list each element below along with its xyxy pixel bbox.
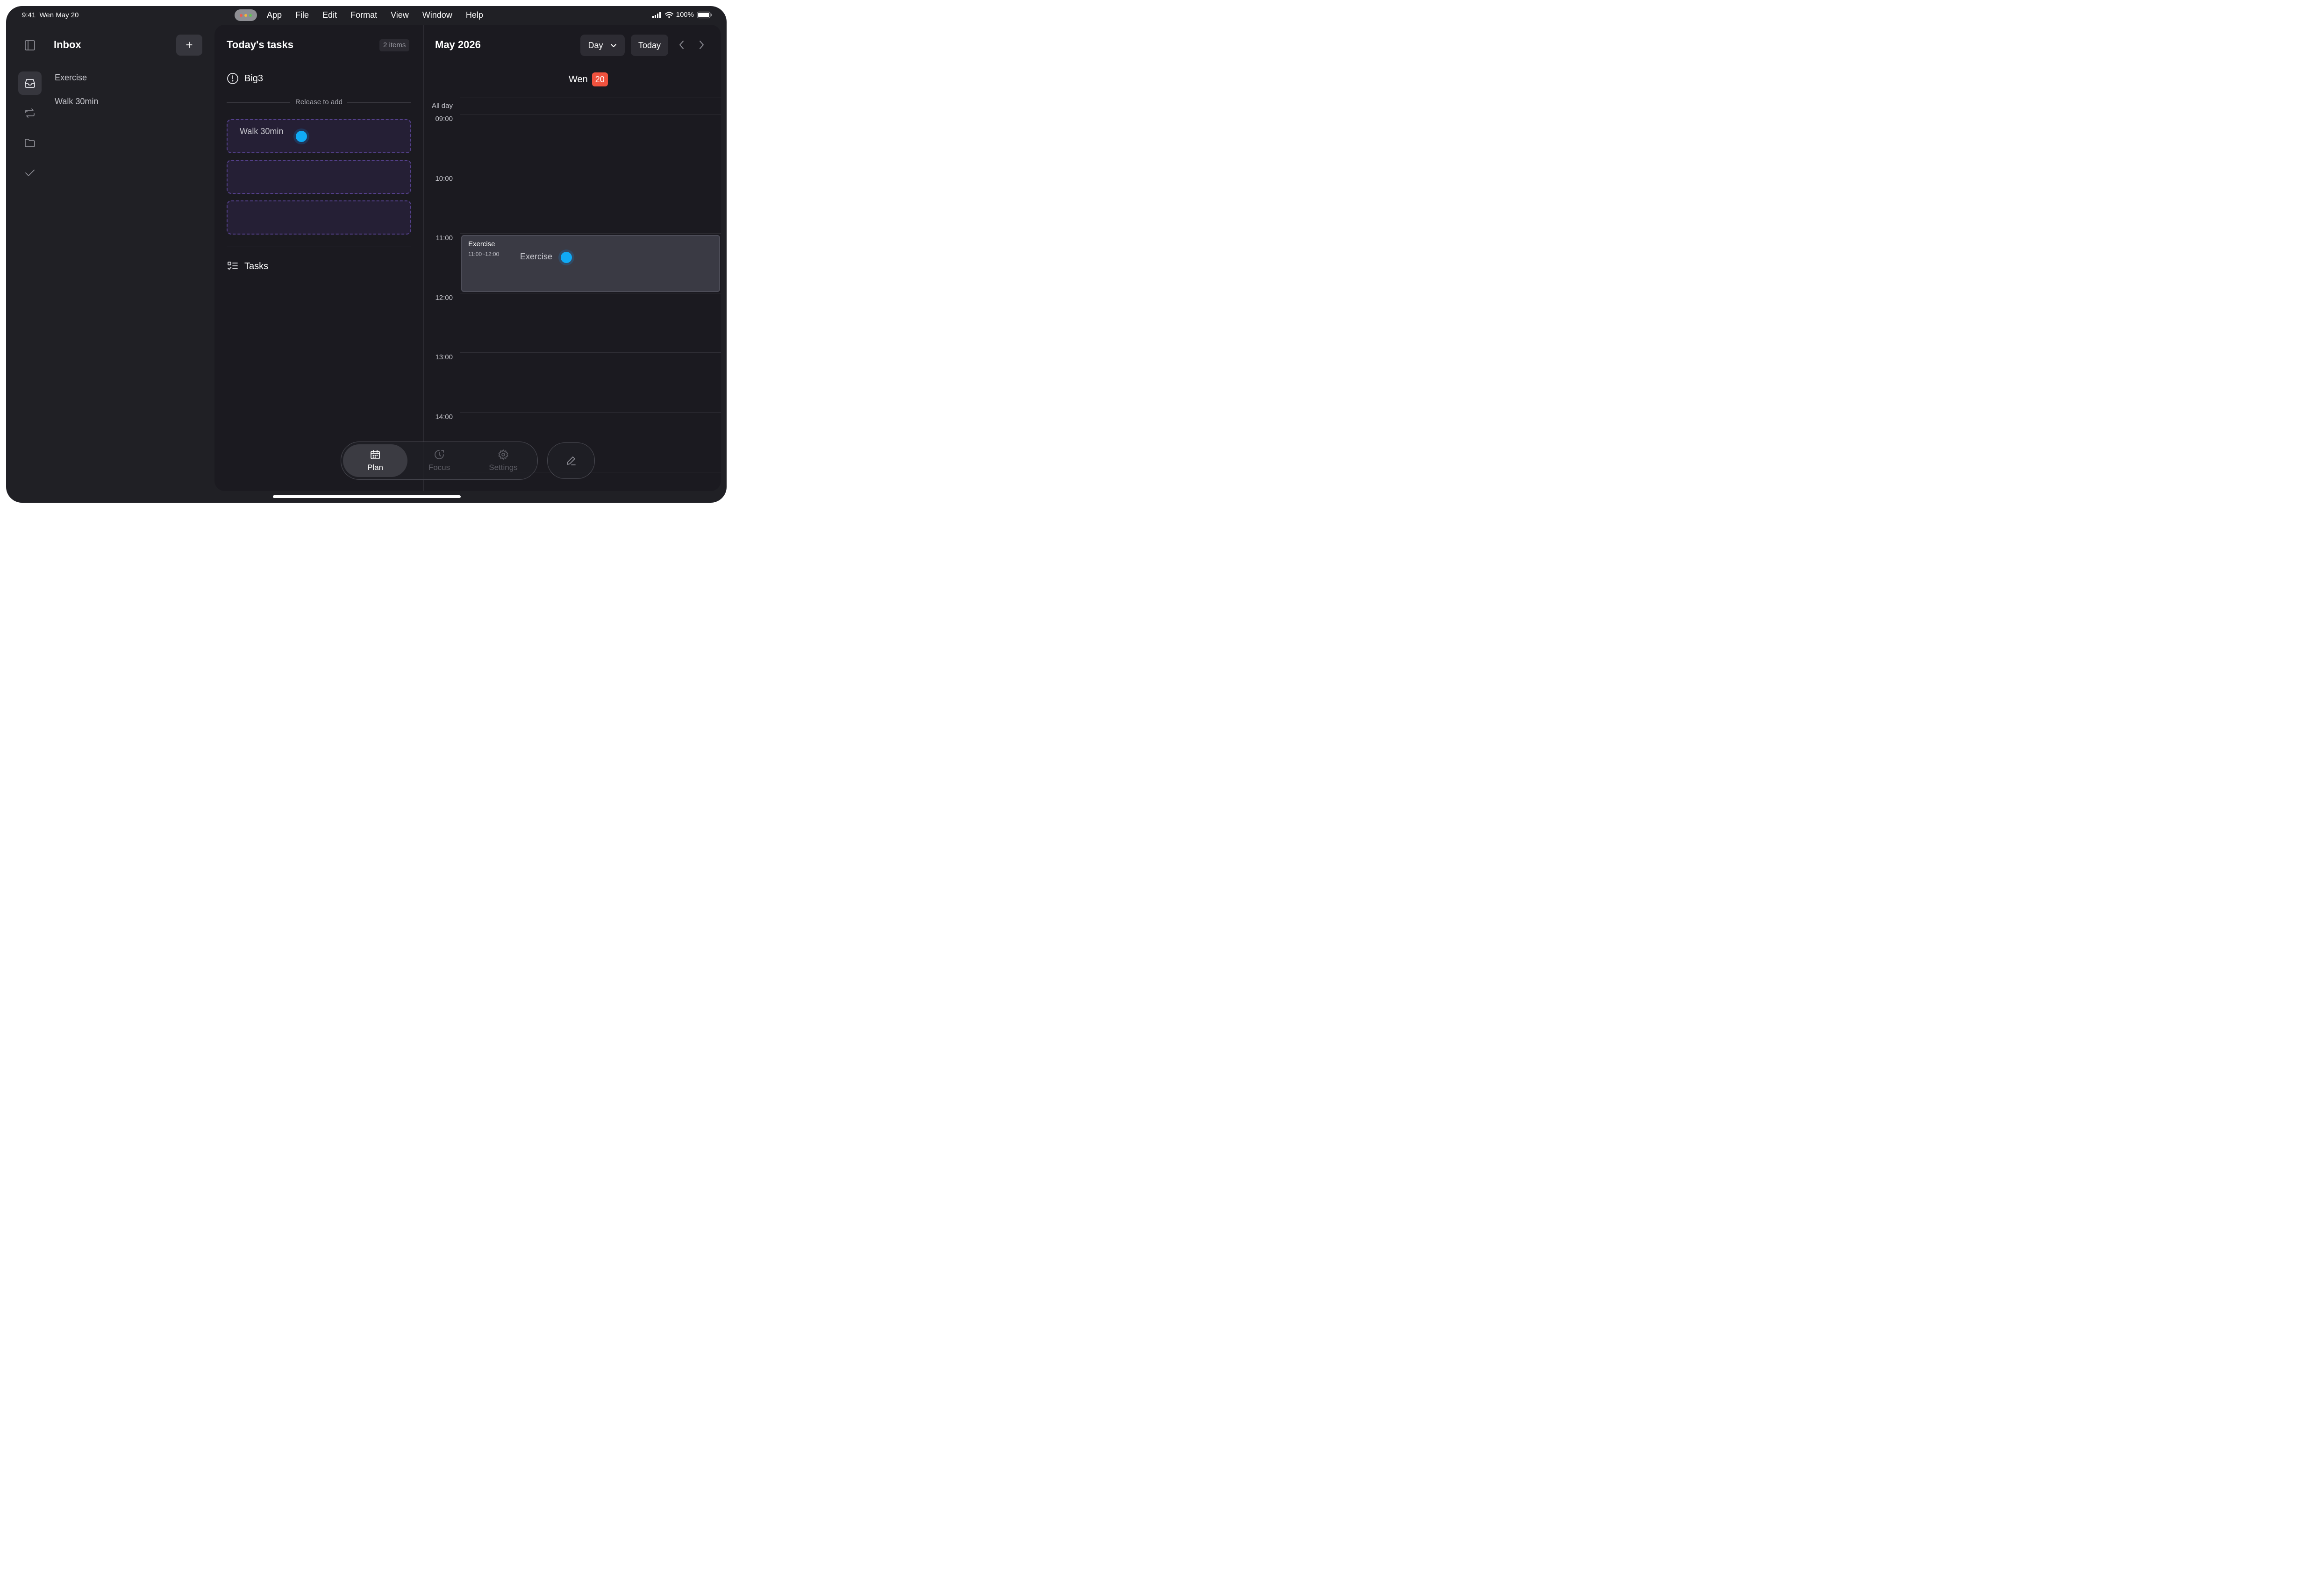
add-task-button[interactable]: + [176, 35, 202, 56]
big3-section-header: Big3 [227, 72, 263, 85]
event-time: 11:00~12:00 [468, 251, 500, 257]
pencil-icon [567, 456, 576, 465]
big3-slot[interactable] [227, 160, 411, 194]
time-label: 12:00 [435, 294, 453, 302]
nav-inbox[interactable] [18, 71, 42, 95]
tasks-section-header: Tasks [227, 260, 268, 272]
menu-app[interactable]: App [267, 10, 282, 20]
time-label: 14:00 [435, 413, 453, 421]
sidebar-toggle-button[interactable] [18, 34, 42, 57]
signal-icon [652, 12, 661, 18]
menu-view[interactable]: View [391, 10, 409, 20]
priority-icon [227, 73, 238, 84]
menu-format[interactable]: Format [350, 10, 377, 20]
tab-settings[interactable]: Settings [471, 442, 535, 479]
tab-focus[interactable]: Focus [407, 442, 471, 479]
menu-help[interactable]: Help [466, 10, 483, 20]
repeat-icon [25, 108, 35, 118]
chevron-right-icon [700, 41, 704, 49]
app-window: 9:41 Wen May 20 App File Edit Format Vie… [6, 6, 727, 503]
panel-title: Today's tasks [227, 39, 293, 50]
chevron-left-icon [679, 41, 684, 49]
tasks-label: Tasks [244, 261, 269, 271]
time-label: 09:00 [435, 115, 453, 123]
focus-timer-icon [435, 450, 444, 459]
time-label: 10:00 [435, 175, 453, 183]
calendar-panel: May 2026 Day Today Wen 20 All day 09:00 … [423, 25, 721, 491]
big3-slot[interactable] [227, 200, 411, 235]
tab-settings-label: Settings [489, 463, 518, 472]
status-bar: 9:41 Wen May 20 App File Edit Format Vie… [6, 6, 727, 25]
tab-bar: Plan Focus Settings [341, 442, 538, 480]
nav-repeat[interactable] [18, 101, 42, 125]
dragged-task-label: Exercise [520, 252, 553, 261]
folder-icon [25, 139, 35, 147]
task-count-badge: 2 items [379, 39, 410, 51]
view-select[interactable]: Day [580, 35, 625, 56]
menu-edit[interactable]: Edit [322, 10, 337, 20]
tab-focus-label: Focus [428, 463, 450, 472]
menu-bar: App File Edit Format View Window Help [267, 10, 497, 20]
battery-icon [697, 11, 712, 18]
all-day-label: All day [431, 102, 453, 110]
menu-window[interactable]: Window [422, 10, 452, 20]
tab-plan-label: Plan [367, 463, 384, 472]
inbox-item-walk[interactable]: Walk 30min [55, 97, 98, 107]
today-button[interactable]: Today [631, 35, 668, 56]
minimize-dot-icon[interactable] [244, 14, 247, 17]
release-hint-text: Release to add [295, 98, 343, 106]
window-controls[interactable] [235, 9, 257, 21]
battery-percent: 100% [676, 11, 694, 19]
close-dot-icon[interactable] [240, 14, 243, 17]
zoom-dot-icon[interactable] [249, 14, 252, 17]
day-header: Wen 20 [569, 72, 608, 86]
big3-slot[interactable]: Walk 30min [227, 119, 411, 153]
prev-day-button[interactable] [677, 40, 687, 52]
calendar-event[interactable]: Exercise 11:00~12:00 Exercise [461, 235, 720, 292]
time-label: 11:00 [436, 234, 453, 242]
compose-button[interactable] [547, 442, 595, 479]
big3-label: Big3 [244, 73, 264, 84]
drag-indicator-dot [296, 131, 307, 142]
slot-task-label: Walk 30min [240, 127, 284, 136]
nav-folder[interactable] [18, 131, 42, 155]
todays-tasks-panel: Today's tasks 2 items Big3 Release to ad… [214, 25, 423, 491]
check-icon [25, 170, 35, 176]
inbox-icon [25, 79, 35, 88]
home-indicator[interactable] [273, 495, 461, 498]
calendar-grid[interactable] [460, 98, 721, 491]
event-title: Exercise [468, 240, 495, 248]
chevron-down-icon [610, 44, 616, 47]
inbox-title: Inbox [54, 39, 81, 50]
next-day-button[interactable] [696, 40, 707, 52]
view-select-label: Day [588, 40, 603, 50]
inbox-item-exercise[interactable]: Exercise [55, 73, 87, 83]
status-indicators: 100% [652, 11, 713, 19]
month-title: May 2026 [435, 39, 481, 50]
menu-file[interactable]: File [295, 10, 309, 20]
today-date-badge: 20 [592, 72, 608, 86]
day-name: Wen [569, 74, 588, 85]
sidebar-toggle-icon [25, 40, 35, 50]
wifi-icon [664, 12, 673, 18]
release-hint: Release to add [227, 98, 411, 106]
status-time-date: 9:41 Wen May 20 [22, 11, 79, 19]
time-label: 13:00 [435, 353, 453, 361]
checklist-icon [228, 262, 238, 270]
nav-completed[interactable] [18, 161, 42, 185]
tab-plan[interactable]: Plan [343, 444, 407, 477]
drag-indicator-dot [561, 252, 572, 263]
gear-icon [498, 449, 508, 460]
calendar-icon [371, 450, 380, 459]
